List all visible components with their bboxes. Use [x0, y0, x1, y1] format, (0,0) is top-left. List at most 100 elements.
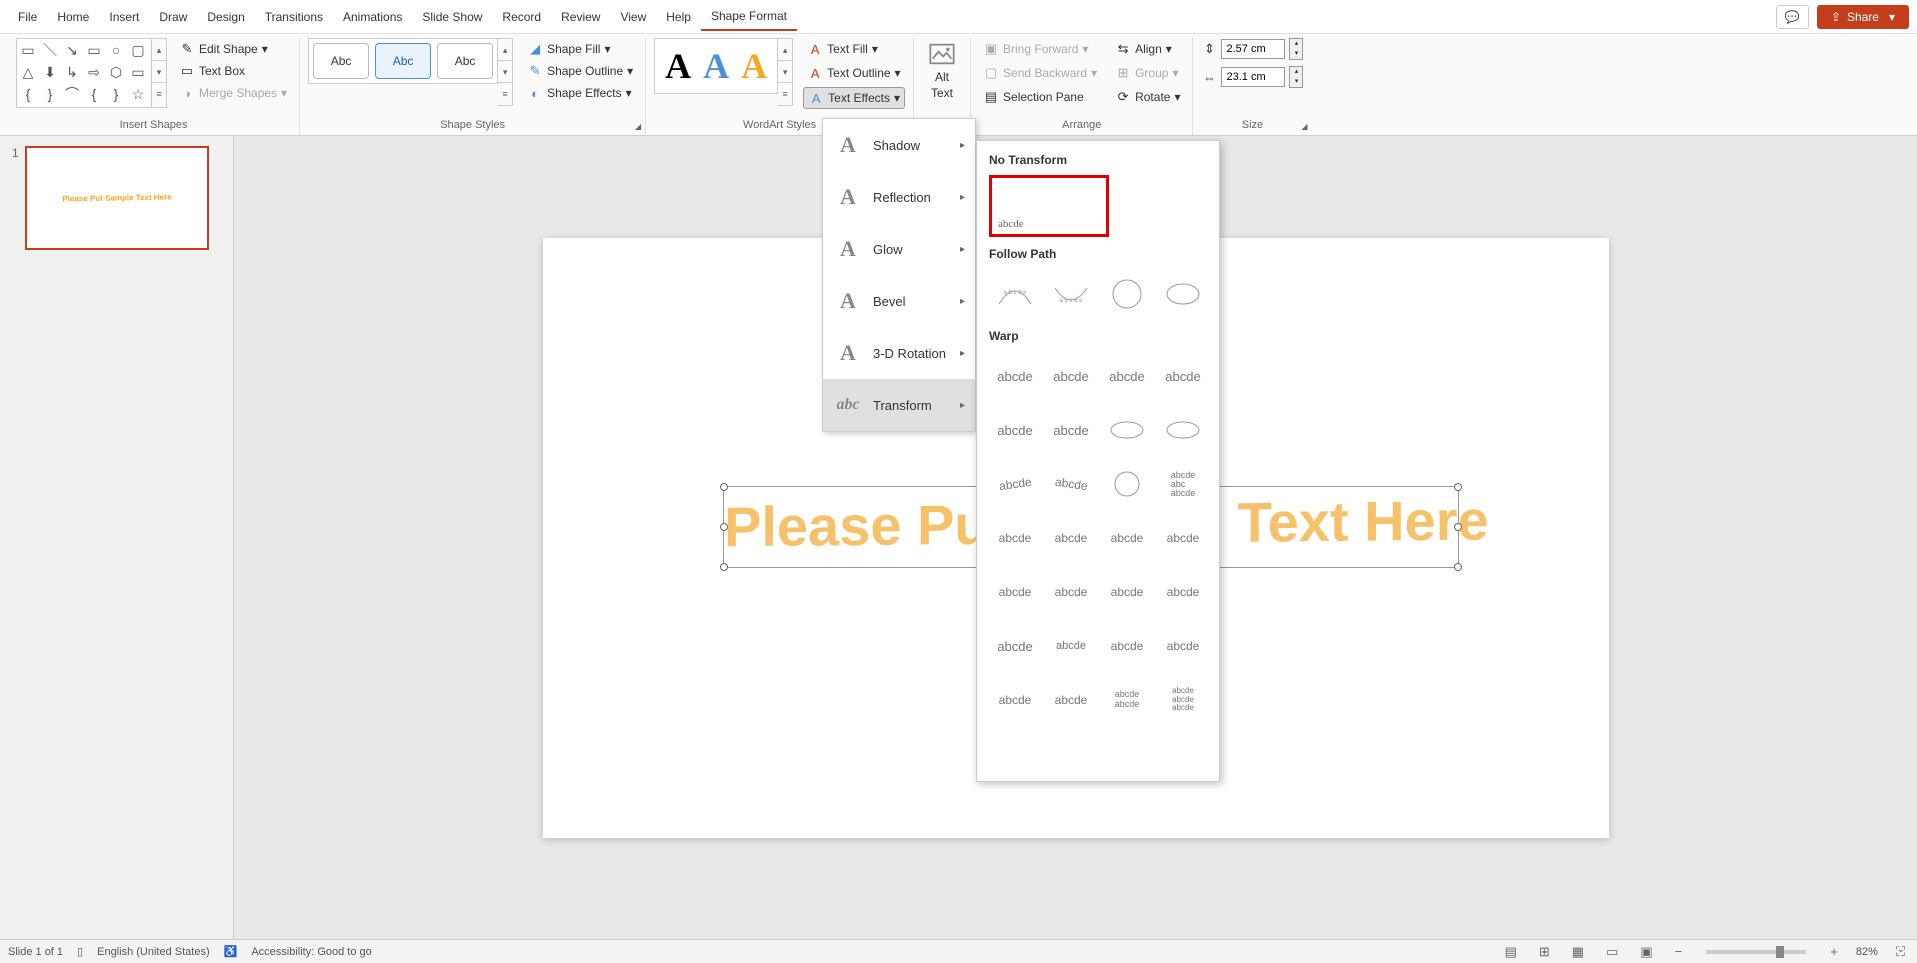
warp-deflate[interactable]: abcde: [1045, 621, 1097, 671]
text-outline-button[interactable]: A Text Outline ▾: [803, 63, 905, 83]
shape-line-arrow[interactable]: ↘: [63, 41, 81, 59]
shape-line[interactable]: ＼: [41, 41, 59, 59]
shape-rect2[interactable]: ▭: [129, 63, 147, 81]
text-fill-button[interactable]: A Text Fill ▾: [803, 39, 905, 59]
zoom-slider[interactable]: [1706, 950, 1806, 954]
shape-arrow-right[interactable]: ⇨: [85, 63, 103, 81]
wordart-style-3[interactable]: A: [741, 45, 767, 87]
warp-chevron-up[interactable]: abcde: [989, 405, 1041, 455]
shape-brace4[interactable]: }: [107, 85, 125, 103]
shape-brace2[interactable]: }: [41, 85, 59, 103]
wordart-gallery[interactable]: A A A: [654, 38, 778, 94]
status-spell-icon[interactable]: ▯: [77, 945, 83, 958]
shape-star[interactable]: ☆: [129, 85, 147, 103]
menu-view[interactable]: View: [610, 4, 656, 30]
send-backward-button[interactable]: ▢ Send Backward ▾: [979, 63, 1101, 83]
transform-path-button[interactable]: [1157, 269, 1209, 319]
shape-styles-gallery[interactable]: Abc Abc Abc: [308, 38, 498, 84]
warp-inflate-bottom[interactable]: abcde: [1101, 621, 1153, 671]
warp-arch-down[interactable]: abcde: [1045, 459, 1097, 509]
menu-transitions[interactable]: Transitions: [255, 4, 333, 30]
shape-arc[interactable]: ⌒: [63, 85, 81, 103]
shapes-gallery[interactable]: ▭ ＼ ↘ ▭ ○ ▢ △ ⬇ ↳ ⇨ ⬡ ▭ { } ⌒ { }: [16, 38, 152, 108]
shape-styles-launcher[interactable]: ◢: [635, 122, 641, 131]
warp-curve-up[interactable]: abcde: [989, 513, 1041, 563]
styles-gallery-down[interactable]: ▾: [498, 61, 512, 83]
warp-can-down[interactable]: abcde: [1157, 513, 1209, 563]
comments-button[interactable]: 💬: [1776, 5, 1809, 29]
menu-record[interactable]: Record: [492, 4, 551, 30]
menu-file[interactable]: File: [8, 4, 47, 30]
menu-home[interactable]: Home: [47, 4, 99, 30]
menu-draw[interactable]: Draw: [149, 4, 197, 30]
warp-can-up[interactable]: abcde: [1101, 513, 1153, 563]
warp-wave2[interactable]: abcde: [1045, 567, 1097, 617]
menu-help[interactable]: Help: [656, 4, 701, 30]
status-slide[interactable]: Slide 1 of 1: [8, 946, 63, 958]
transform-path-arch-down[interactable]: a b c d e: [1045, 269, 1097, 319]
shape-oval[interactable]: ○: [107, 41, 125, 59]
resize-handle-nw[interactable]: [720, 483, 728, 491]
warp-deflate-inflate[interactable]: abcdeabcde: [1101, 675, 1153, 725]
alt-text-button[interactable]: Alt Text: [922, 38, 962, 102]
warp-circle[interactable]: [1101, 459, 1153, 509]
view-slideshow[interactable]: ▣: [1636, 942, 1656, 962]
selection-pane-button[interactable]: ▤ Selection Pane: [979, 87, 1101, 107]
style-item-2[interactable]: Abc: [375, 43, 431, 79]
shape-textbox[interactable]: ▭: [19, 41, 37, 59]
shape-brace3[interactable]: {: [85, 85, 103, 103]
slide-thumbnail-1[interactable]: Please Put Sample Text Here: [25, 146, 209, 250]
shape-effects-button[interactable]: ◐ Shape Effects ▾: [523, 83, 637, 103]
wordart-gallery-up[interactable]: ▴: [778, 39, 792, 61]
effects-shadow-item[interactable]: A Shadow ▸: [823, 119, 975, 171]
styles-gallery-up[interactable]: ▴: [498, 39, 512, 61]
effects-glow-item[interactable]: A Glow ▸: [823, 223, 975, 275]
warp-triangle-up[interactable]: abcde: [1101, 351, 1153, 401]
shape-triangle[interactable]: △: [19, 63, 37, 81]
warp-deflate-bottom[interactable]: abcde: [989, 675, 1041, 725]
zoom-level[interactable]: 82%: [1856, 946, 1878, 958]
resize-handle-e[interactable]: [1454, 523, 1462, 531]
warp-deflate-inflate-deflate[interactable]: abcdeabcdeabcde: [1157, 675, 1209, 725]
view-normal[interactable]: ⊞: [1535, 942, 1554, 962]
notes-button[interactable]: ▤: [1501, 942, 1521, 962]
bring-forward-button[interactable]: ▣ Bring Forward ▾: [979, 39, 1101, 59]
styles-gallery-more[interactable]: ≡: [498, 83, 512, 105]
height-down[interactable]: ▾: [1290, 49, 1302, 59]
warp-curve-down[interactable]: abcde: [1045, 513, 1097, 563]
warp-double-wave2[interactable]: abcde: [1157, 567, 1209, 617]
menu-animations[interactable]: Animations: [333, 4, 412, 30]
text-effects-button[interactable]: A Text Effects ▾: [803, 87, 905, 109]
gallery-more[interactable]: ≡: [152, 83, 166, 105]
menu-design[interactable]: Design: [197, 4, 254, 30]
effects-3d-rotation-item[interactable]: A 3-D Rotation ▸: [823, 327, 975, 379]
shape-rounded[interactable]: ▢: [129, 41, 147, 59]
gallery-up[interactable]: ▴: [152, 39, 166, 61]
resize-handle-sw[interactable]: [720, 563, 728, 571]
shape-rect[interactable]: ▭: [85, 41, 103, 59]
merge-shapes-button[interactable]: ◑ Merge Shapes ▾: [175, 83, 291, 103]
view-reading[interactable]: ▭: [1602, 942, 1622, 962]
share-button[interactable]: ⇪ Share ▾: [1817, 5, 1909, 29]
edit-shape-button[interactable]: ✎ Edit Shape ▾: [175, 39, 291, 59]
warp-stop[interactable]: abcde: [1045, 351, 1097, 401]
warp-deflate-top[interactable]: abcde: [1045, 675, 1097, 725]
group-button[interactable]: ⊞ Group ▾: [1111, 63, 1184, 83]
size-launcher[interactable]: ◢: [1301, 122, 1307, 131]
transform-path-circle[interactable]: [1101, 269, 1153, 319]
warp-chevron-down[interactable]: abcde: [1045, 405, 1097, 455]
shape-hex[interactable]: ⬡: [107, 63, 125, 81]
width-down[interactable]: ▾: [1290, 77, 1302, 87]
warp-arch-up[interactable]: abcde: [989, 459, 1041, 509]
resize-handle-w[interactable]: [720, 523, 728, 531]
menu-shape-format[interactable]: Shape Format: [701, 3, 797, 31]
wordart-style-2[interactable]: A: [703, 45, 729, 87]
transform-no-transform-item[interactable]: abcde: [989, 175, 1109, 237]
warp-inflate[interactable]: abcde: [989, 621, 1041, 671]
warp-ring-outside[interactable]: [1157, 405, 1209, 455]
shape-arrow-down[interactable]: ⬇: [41, 63, 59, 81]
warp-ring-inside[interactable]: [1101, 405, 1153, 455]
width-up[interactable]: ▴: [1290, 67, 1302, 77]
wordart-gallery-more[interactable]: ≡: [778, 83, 792, 105]
effects-reflection-item[interactable]: A Reflection ▸: [823, 171, 975, 223]
